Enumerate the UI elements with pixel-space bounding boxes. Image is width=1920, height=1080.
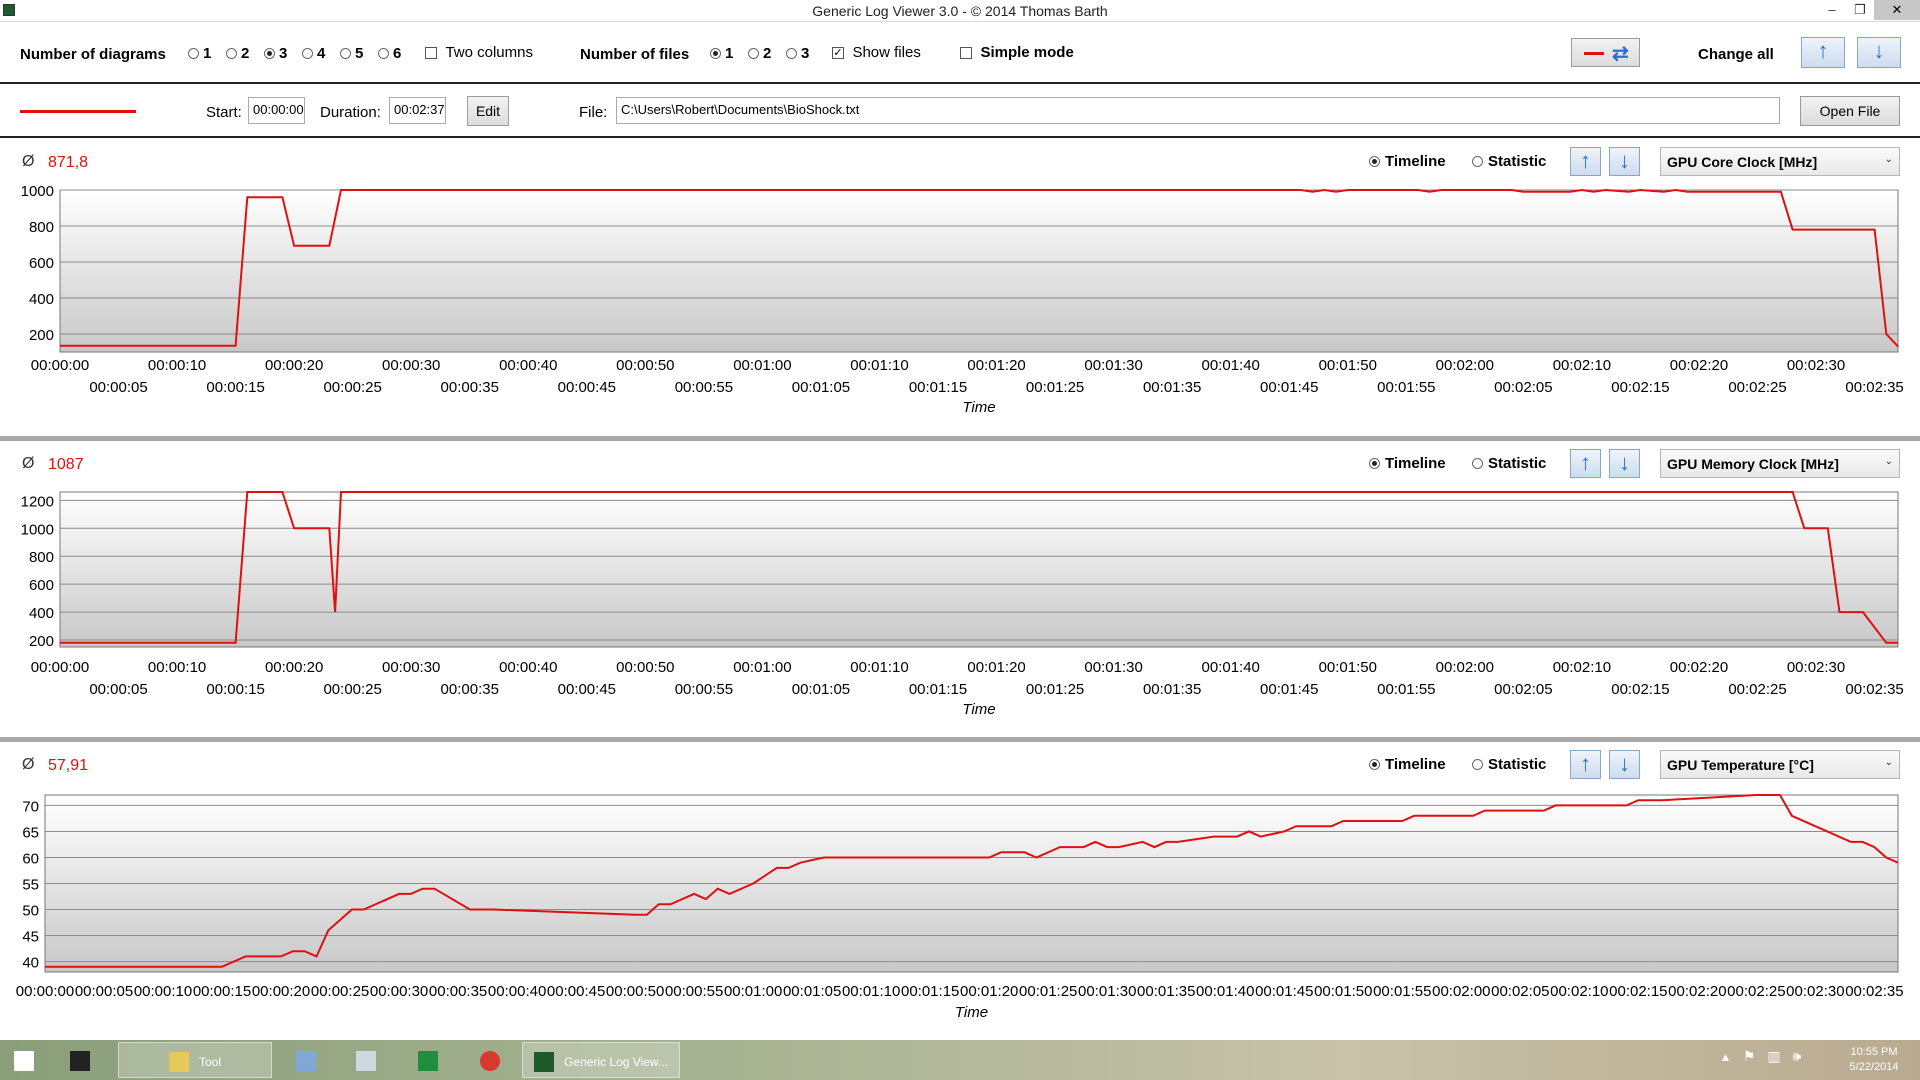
x-axis-label: Time [955, 1004, 988, 1021]
clock-time: 10:55 PM [1850, 1046, 1898, 1058]
x-tick-label: 00:01:20 [960, 983, 1018, 1000]
x-tick-label: 00:00:25 [311, 983, 369, 1000]
taskbar-paint[interactable] [282, 1042, 330, 1078]
x-tick-label: 00:00:20 [252, 983, 310, 1000]
taskbar-calculator[interactable] [342, 1042, 390, 1078]
flag-icon[interactable]: ⚑ [1743, 1048, 1756, 1064]
diagram-panel: Ø 57,91 Timeline Statistic ↑ ↓ GPU Temperature… [0, 0, 1920, 1040]
x-tick-label: 00:01:35 [1137, 983, 1195, 1000]
taskbar-windows-logo[interactable] [0, 1042, 48, 1078]
x-tick-label: 00:01:25 [1019, 983, 1077, 1000]
x-tick-label: 00:01:45 [1255, 983, 1313, 1000]
log-viewer-icon [534, 1051, 555, 1072]
y-tick-label: 55 [22, 877, 39, 894]
x-tick-label: 00:01:10 [842, 983, 900, 1000]
x-tick-label: 00:01:55 [1373, 983, 1431, 1000]
folder-label: Tool [198, 1054, 221, 1069]
taskbar: Tool Generic Log View... [0, 1040, 1920, 1080]
y-tick-label: 60 [22, 850, 39, 867]
taskbar-store[interactable] [404, 1042, 452, 1078]
x-tick-label: 00:02:05 [1491, 983, 1549, 1000]
x-tick-label: 00:01:15 [901, 983, 959, 1000]
x-tick-label: 00:00:30 [370, 983, 428, 1000]
x-tick-label: 00:00:10 [134, 983, 192, 1000]
log-viewer-label: Generic Log View... [564, 1054, 668, 1069]
x-tick-label: 00:00:15 [193, 983, 251, 1000]
x-tick-label: 00:02:30 [1786, 983, 1844, 1000]
taskbar-folder[interactable]: Tool [118, 1042, 272, 1078]
x-tick-label: 00:00:50 [606, 983, 664, 1000]
x-tick-label: 00:02:35 [1845, 983, 1903, 1000]
x-tick-label: 00:01:40 [1196, 983, 1254, 1000]
taskbar-chrome[interactable] [466, 1042, 514, 1078]
x-tick-label: 00:00:45 [547, 983, 605, 1000]
store-icon [418, 1050, 438, 1071]
y-tick-label: 45 [22, 929, 39, 946]
x-tick-label: 00:02:15 [1609, 983, 1667, 1000]
chart-svg: 4045505560657000:00:00 00:00:05 00:00:10 00… [16, 794, 1904, 1021]
y-tick-label: 70 [22, 798, 39, 815]
diagrams-area: Ø 871,8 Timeline Statistic ↑ ↓ GPU Core Clock … [0, 0, 1920, 1040]
x-tick-label: 00:02:25 [1727, 983, 1785, 1000]
x-tick-label: 00:02:20 [1668, 983, 1726, 1000]
x-tick-label: 00:01:00 [724, 983, 782, 1000]
tray-chevron-icon[interactable]: ▴ [1722, 1048, 1729, 1064]
volume-icon[interactable]: 🕪 [1793, 1048, 1802, 1064]
x-tick-label: 00:02:00 [1432, 983, 1490, 1000]
x-tick-label: 00:00:55 [665, 983, 723, 1000]
calculator-icon [356, 1050, 376, 1071]
taskbar-log-viewer[interactable]: Generic Log View... [522, 1042, 680, 1078]
gamepad-icon [70, 1050, 90, 1071]
paint-icon [296, 1050, 316, 1071]
chrome-icon [480, 1050, 500, 1071]
clock-date: 5/22/2014 [1849, 1061, 1899, 1073]
y-tick-label: 50 [22, 903, 39, 920]
network-icon[interactable]: ▥ [1767, 1048, 1780, 1064]
taskbar-gamepad[interactable] [56, 1042, 104, 1078]
y-tick-label: 65 [22, 824, 39, 841]
x-tick-label: 00:01:50 [1314, 983, 1372, 1000]
x-tick-label: 00:00:05 [75, 983, 133, 1000]
x-tick-label: 00:01:05 [783, 983, 841, 1000]
windows-logo-icon [14, 1050, 34, 1071]
x-tick-label: 00:00:40 [488, 983, 546, 1000]
x-tick-label: 00:00:35 [429, 983, 487, 1000]
x-tick-label: 00:00:00 [16, 983, 74, 1000]
clock[interactable]: 10:55 PM 5/22/2014 [1834, 1045, 1914, 1075]
x-tick-label: 00:02:10 [1550, 983, 1608, 1000]
y-tick-label: 40 [22, 955, 39, 972]
system-tray: ▴ ⚑ ▥ 🕪 [1722, 1048, 1822, 1072]
x-tick-label: 00:01:30 [1078, 983, 1136, 1000]
folder-icon [168, 1051, 189, 1072]
